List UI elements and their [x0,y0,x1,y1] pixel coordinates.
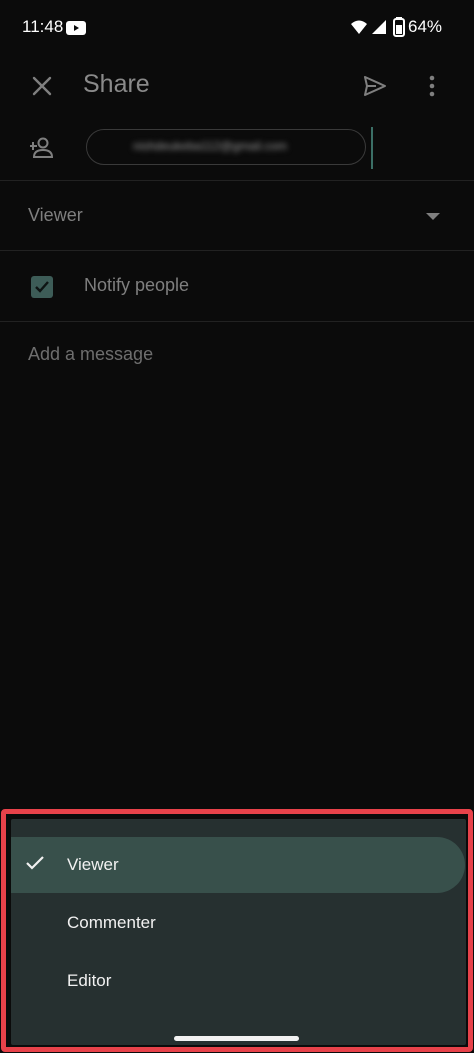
message-input[interactable]: Add a message [28,344,153,365]
highlight-box [1,809,473,1052]
battery-icon [393,17,405,37]
gesture-handle[interactable] [174,1036,299,1041]
close-icon[interactable] [28,72,56,100]
person-add-icon [30,137,54,158]
divider [0,250,474,251]
status-bar: 11:48 64% [0,0,474,56]
send-icon[interactable] [362,73,388,99]
recipient-chip[interactable]: nishdeukeba112@gmail.com [86,129,366,165]
arrow-drop-down-icon [426,213,440,220]
wifi-icon [351,20,367,34]
notify-label: Notify people [84,275,190,295]
notify-checkbox[interactable] [31,276,53,298]
recipient-email: nishdeukeba112@gmail.com [133,139,288,153]
divider [0,321,474,322]
text-cursor [371,127,373,169]
divider [0,180,474,181]
page-title: Share [83,70,150,98]
check-icon [35,281,49,293]
status-time: 11:48 [22,17,64,36]
role-field-value: Viewer [28,205,83,225]
youtube-icon [66,21,86,35]
more-vert-icon[interactable] [424,73,440,99]
battery-percentage: 64% [408,17,443,36]
signal-icon [372,20,386,34]
